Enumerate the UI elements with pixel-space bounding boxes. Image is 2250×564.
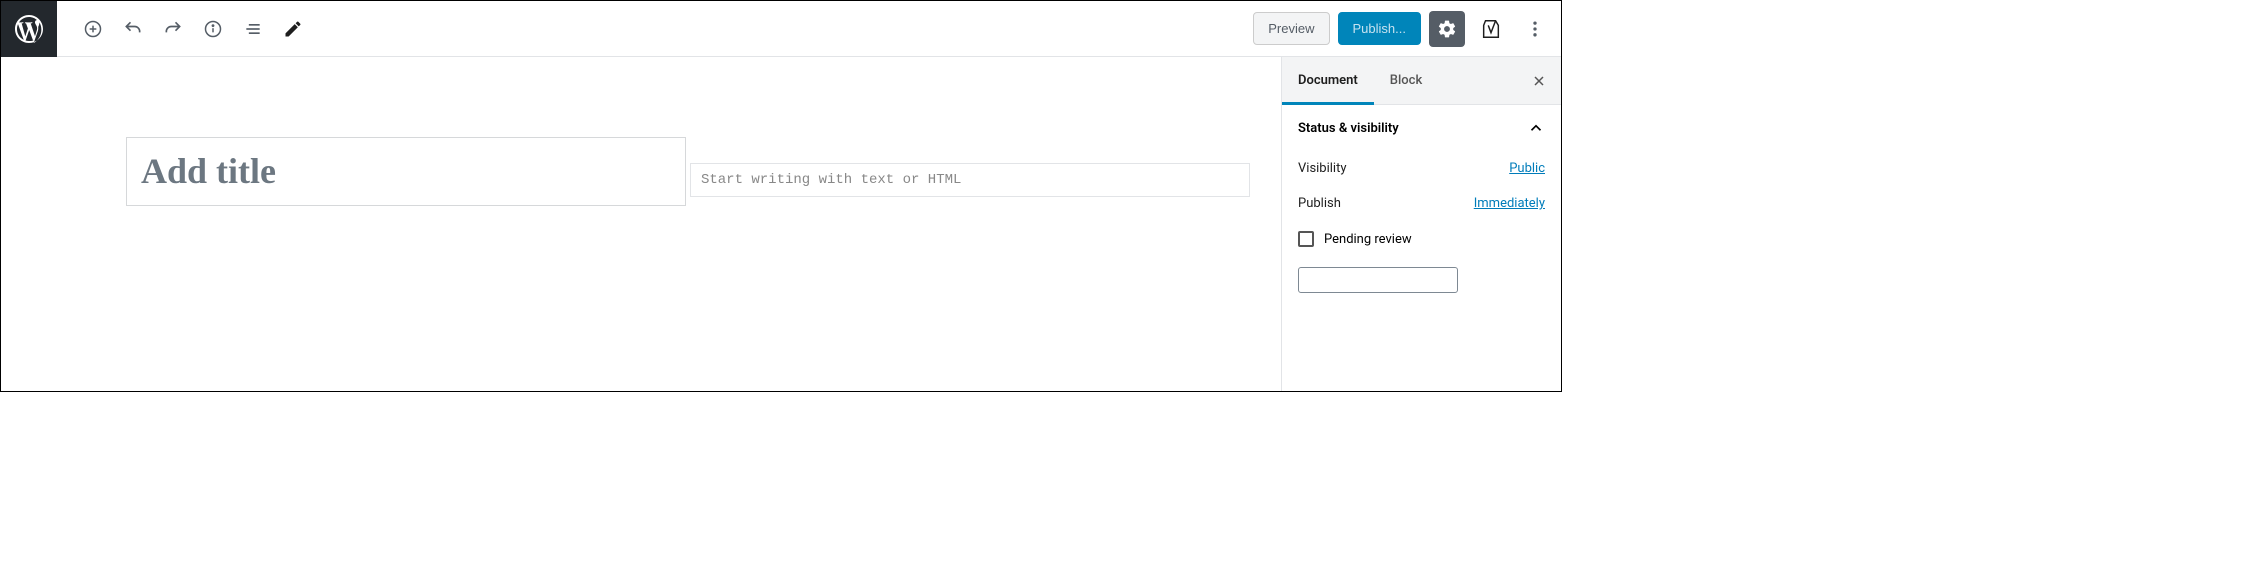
visibility-value-link[interactable]: Public	[1509, 161, 1545, 176]
row-pending-review[interactable]: Pending review	[1298, 221, 1545, 257]
pencil-icon	[283, 19, 303, 39]
settings-sidebar: Document Block Status & visibility Visib…	[1281, 57, 1561, 391]
edit-mode-button[interactable]	[275, 11, 311, 47]
undo-icon	[123, 19, 143, 39]
author-select[interactable]	[1298, 267, 1458, 293]
toolbar-left-group	[75, 11, 311, 47]
panel-status-visibility-header[interactable]: Status & visibility	[1282, 105, 1561, 151]
publish-value-link[interactable]: Immediately	[1474, 196, 1545, 211]
settings-button[interactable]	[1429, 11, 1465, 47]
publish-label: Publish	[1298, 196, 1341, 211]
row-publish: Publish Immediately	[1298, 186, 1545, 221]
info-icon	[203, 19, 223, 39]
editor-canvas	[1, 57, 1281, 391]
sidebar-tabs: Document Block	[1282, 57, 1561, 105]
yoast-button[interactable]	[1473, 11, 1509, 47]
row-visibility: Visibility Public	[1298, 151, 1545, 186]
plus-circle-icon	[83, 19, 103, 39]
preview-button[interactable]: Preview	[1253, 12, 1329, 45]
row-author	[1298, 257, 1545, 293]
list-icon	[243, 19, 263, 39]
redo-button[interactable]	[155, 11, 191, 47]
publish-button[interactable]: Publish...	[1338, 12, 1421, 45]
tab-document[interactable]: Document	[1282, 57, 1374, 104]
redo-icon	[163, 19, 183, 39]
dots-vertical-icon	[1525, 19, 1545, 39]
gear-icon	[1437, 19, 1457, 39]
toolbar-right-group: Preview Publish...	[1253, 11, 1561, 47]
add-block-button[interactable]	[75, 11, 111, 47]
more-options-button[interactable]	[1517, 11, 1553, 47]
undo-button[interactable]	[115, 11, 151, 47]
visibility-label: Visibility	[1298, 161, 1347, 176]
main-area: Document Block Status & visibility Visib…	[1, 57, 1561, 391]
post-title-input[interactable]	[126, 137, 686, 206]
top-toolbar: Preview Publish...	[1, 1, 1561, 57]
wordpress-icon	[15, 15, 43, 43]
close-icon	[1531, 73, 1547, 89]
outline-button[interactable]	[235, 11, 271, 47]
post-body-input[interactable]	[690, 163, 1250, 197]
pending-review-checkbox[interactable]	[1298, 231, 1314, 247]
close-sidebar-button[interactable]	[1517, 73, 1561, 89]
panel-title: Status & visibility	[1298, 121, 1399, 136]
panel-status-visibility-body: Visibility Public Publish Immediately Pe…	[1282, 151, 1561, 293]
wordpress-logo[interactable]	[1, 1, 57, 57]
yoast-icon	[1480, 18, 1502, 40]
info-button[interactable]	[195, 11, 231, 47]
pending-review-label: Pending review	[1324, 232, 1412, 247]
chevron-up-icon	[1527, 119, 1545, 137]
tab-block[interactable]: Block	[1374, 57, 1438, 104]
